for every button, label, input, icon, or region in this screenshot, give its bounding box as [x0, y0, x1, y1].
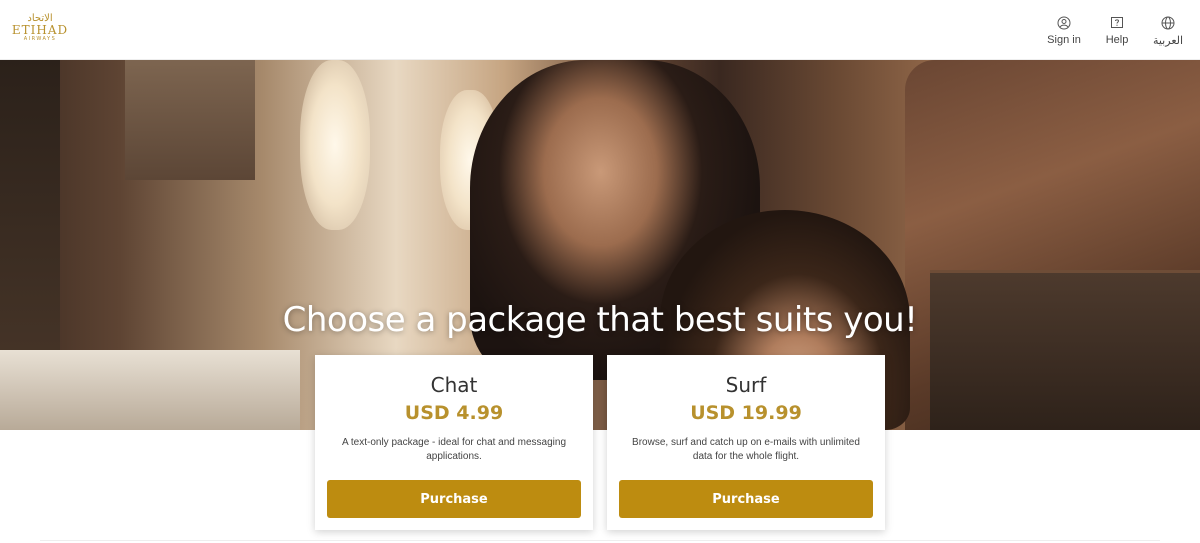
nav-sign-in-label: Sign in — [1047, 34, 1081, 46]
globe-icon — [1161, 16, 1175, 30]
nav-language[interactable]: العربية — [1150, 16, 1186, 47]
package-card-chat: Chat USD 4.99 A text-only package - idea… — [315, 355, 593, 530]
cabin-cabinet — [125, 60, 255, 180]
package-card-surf: Surf USD 19.99 Browse, surf and catch up… — [607, 355, 885, 530]
nav-help-label: Help — [1105, 34, 1129, 46]
package-description: Browse, surf and catch up on e-mails wit… — [632, 437, 860, 462]
cabin-table — [0, 350, 300, 430]
purchase-surf-button[interactable]: Purchase — [619, 480, 873, 518]
etihad-logo[interactable]: الاتحاد ETIHAD AIRWAYS — [10, 14, 70, 46]
package-price: USD 19.99 — [690, 402, 802, 424]
hero-image: Choose a package that best suits you! — [0, 60, 1200, 430]
logo-main-text: ETIHAD — [11, 23, 69, 37]
nav-language-label: العربية — [1152, 35, 1184, 47]
cabin-seat-base — [930, 270, 1200, 430]
purchase-chat-button[interactable]: Purchase — [327, 480, 581, 518]
nav-sign-in[interactable]: Sign in — [1044, 16, 1084, 46]
page-title: Choose a package that best suits you! — [282, 300, 918, 340]
package-name: Chat — [430, 373, 478, 397]
package-name: Surf — [725, 373, 767, 397]
nav-help[interactable]: Help — [1100, 16, 1134, 46]
help-icon — [1111, 17, 1123, 28]
cabin-window — [300, 60, 370, 230]
site-header: الاتحاد ETIHAD AIRWAYS Sign in Help العر… — [0, 0, 1200, 60]
package-description: A text-only package - ideal for chat and… — [341, 437, 567, 462]
user-icon — [1057, 16, 1071, 30]
divider — [40, 540, 1160, 541]
package-price: USD 4.99 — [404, 402, 504, 424]
